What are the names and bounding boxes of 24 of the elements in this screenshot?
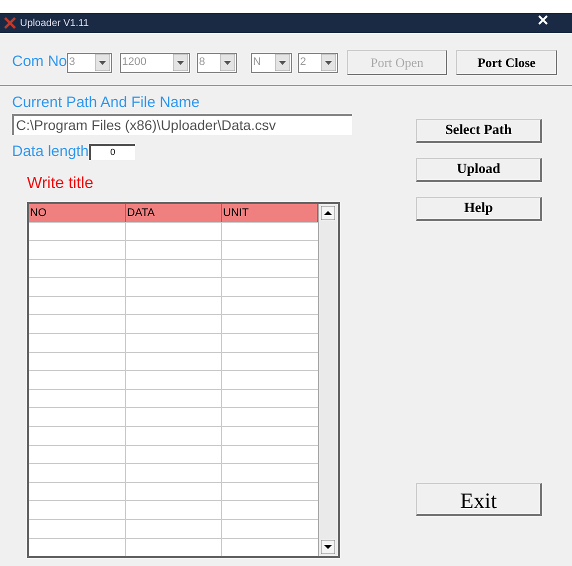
close-icon[interactable] bbox=[538, 15, 548, 25]
action-button[interactable]: Select Path bbox=[416, 119, 542, 143]
column-header[interactable]: DATA bbox=[126, 204, 222, 222]
dropdown-arrow-icon bbox=[321, 54, 336, 71]
dropdown-arrow-icon bbox=[220, 54, 236, 71]
com-label: Com No bbox=[12, 52, 68, 72]
action-button[interactable]: Help bbox=[416, 197, 542, 221]
window-title: Uploader V1.11 bbox=[20, 16, 89, 30]
data-length-label: Data length bbox=[12, 142, 89, 162]
port-button[interactable]: Port Close bbox=[456, 50, 558, 75]
scrollbar[interactable] bbox=[318, 204, 338, 556]
scroll-down-icon[interactable] bbox=[321, 540, 335, 554]
scroll-up-icon[interactable] bbox=[321, 206, 335, 220]
dropdown-arrow-icon bbox=[275, 54, 290, 71]
action-button[interactable]: Upload bbox=[416, 158, 542, 182]
table-title: Write title bbox=[27, 174, 94, 194]
column-header[interactable]: NO bbox=[29, 204, 126, 222]
dropdown-arrow-icon bbox=[95, 54, 110, 71]
data-length-field[interactable]: 0 bbox=[88, 144, 135, 160]
path-field[interactable]: C:\Program Files (x86)\Uploader\Data.csv bbox=[12, 114, 352, 135]
exit-button[interactable]: Exit bbox=[416, 483, 542, 516]
app-icon bbox=[4, 17, 16, 29]
dropdown-arrow-icon bbox=[173, 54, 188, 71]
path-label: Current Path And File Name bbox=[12, 94, 201, 112]
